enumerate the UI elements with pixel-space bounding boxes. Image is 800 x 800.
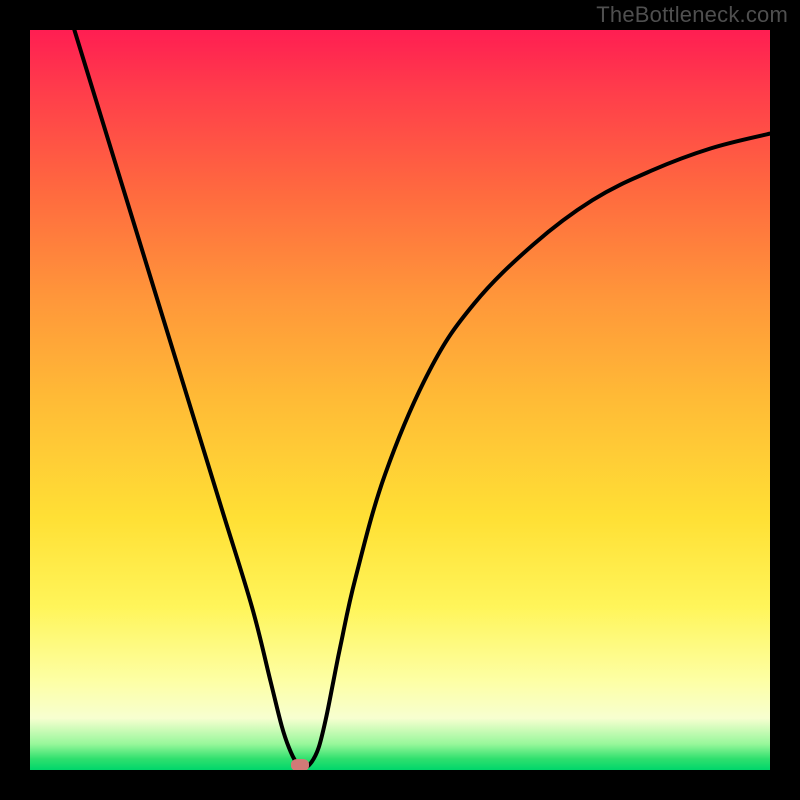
- plot-area: [30, 30, 770, 770]
- bottleneck-curve: [30, 30, 770, 770]
- chart-frame: TheBottleneck.com: [0, 0, 800, 800]
- minimum-marker: [291, 759, 309, 770]
- watermark-text: TheBottleneck.com: [596, 2, 788, 28]
